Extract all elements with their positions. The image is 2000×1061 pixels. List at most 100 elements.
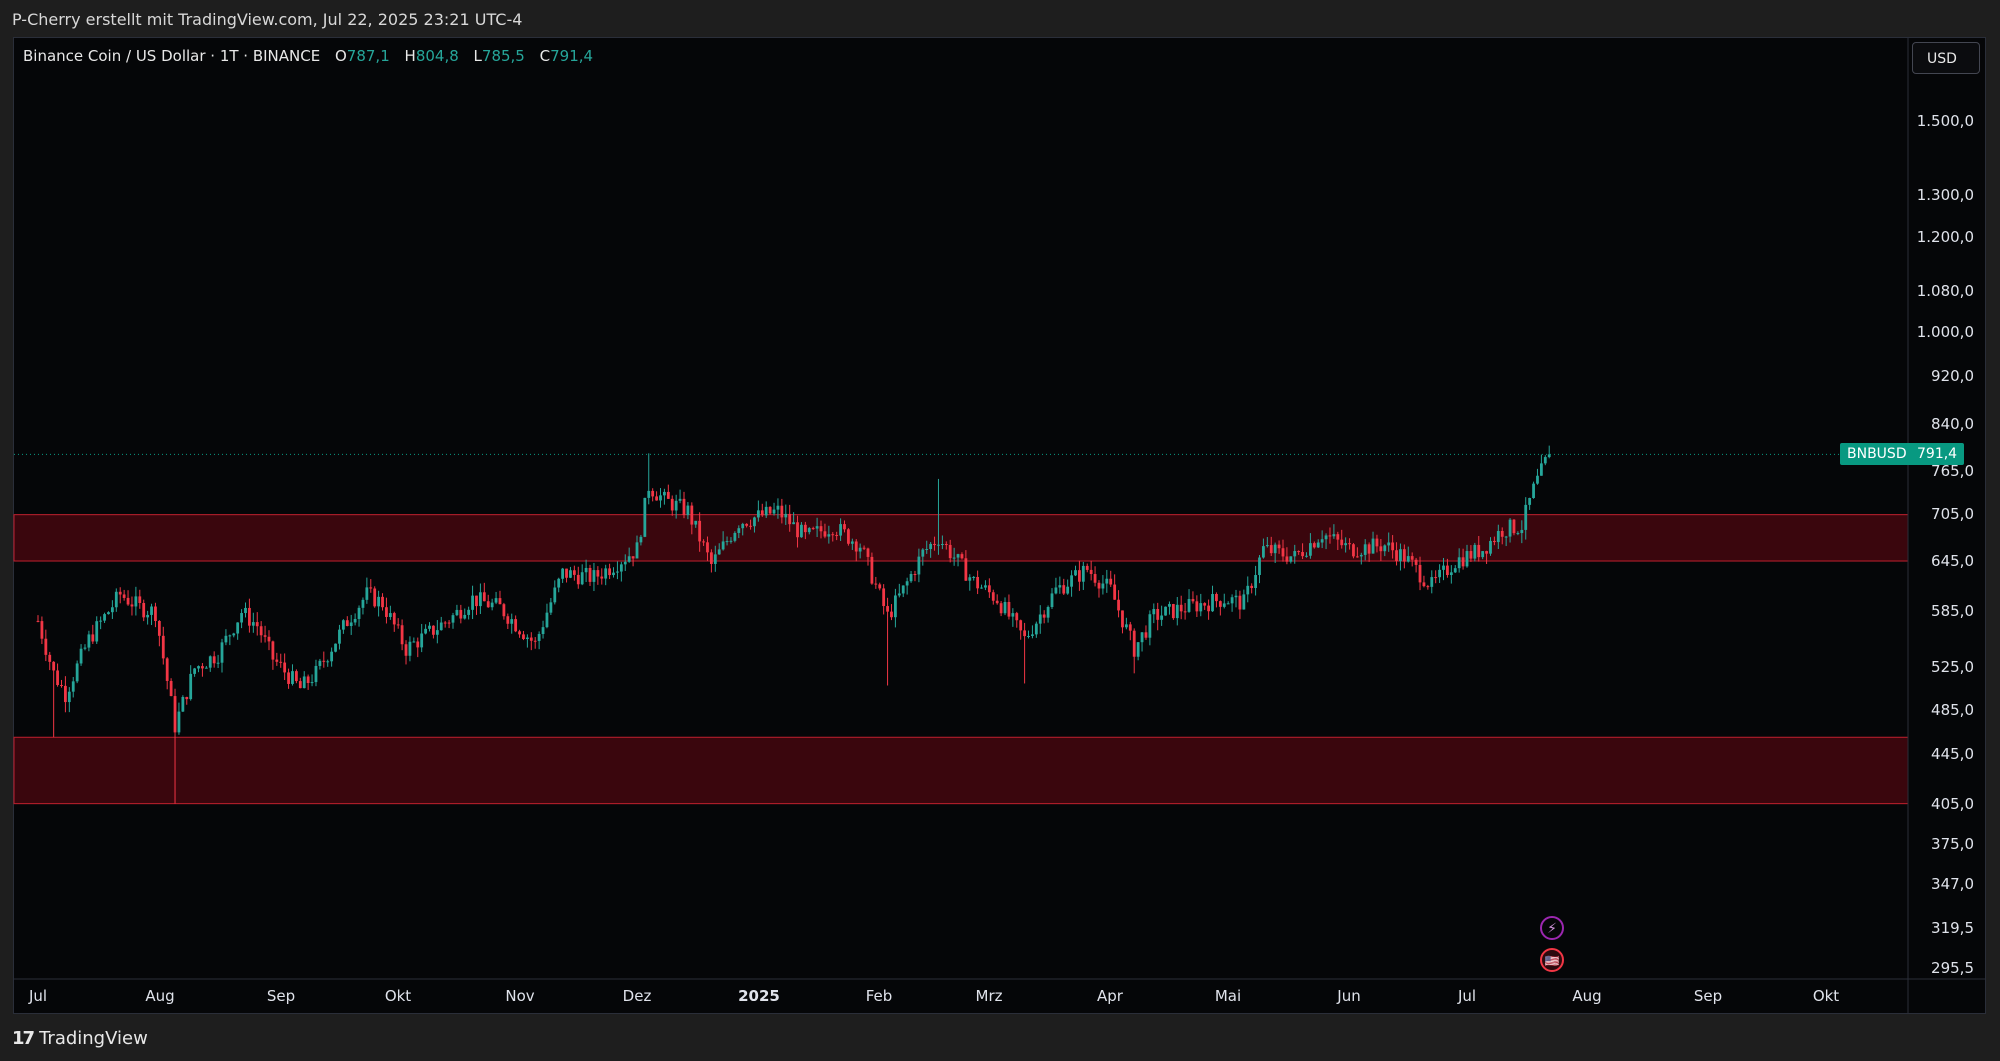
candle-body: [745, 523, 749, 526]
candle-body: [858, 547, 862, 552]
candle-body: [1258, 557, 1261, 576]
price-tick-label: 485,0: [1931, 701, 1974, 719]
candle-body: [1101, 583, 1105, 589]
tradingview-logo-icon: 17: [12, 1027, 35, 1049]
candle: [177, 702, 181, 735]
candle-body: [1015, 613, 1019, 621]
candle: [271, 640, 275, 670]
tradingview-logo[interactable]: 17 TradingView: [12, 1027, 148, 1049]
candle: [659, 488, 662, 508]
candle: [655, 491, 658, 501]
candle: [396, 618, 400, 629]
candle-body: [103, 614, 106, 621]
symbol-title[interactable]: Binance Coin / US Dollar · 1T · BINANCE: [23, 47, 320, 65]
lightning-event-icon[interactable]: ⚡: [1540, 916, 1564, 940]
close-label: C: [539, 47, 551, 65]
candle-body: [75, 663, 79, 682]
candle: [216, 654, 220, 669]
price-tick-label: 1.300,0: [1916, 186, 1974, 204]
candle-body: [823, 531, 827, 537]
candle-body: [690, 505, 694, 525]
candle-body: [670, 498, 674, 511]
candle: [463, 608, 467, 620]
candle-body: [130, 604, 134, 607]
candle-body: [201, 666, 204, 669]
open-value: 787,1: [346, 47, 390, 65]
candle-body: [87, 634, 91, 648]
candle-body: [67, 691, 71, 703]
candle: [1238, 590, 1242, 619]
candle: [901, 585, 905, 598]
candle: [1132, 628, 1136, 674]
candle-body: [553, 587, 557, 603]
candle: [189, 665, 193, 701]
candle: [251, 612, 255, 633]
candle-body: [1297, 551, 1301, 553]
candle-body: [1539, 463, 1543, 476]
candle-body: [1438, 569, 1441, 578]
candle: [451, 612, 455, 629]
candle-body: [212, 656, 216, 664]
candle: [529, 632, 533, 651]
candle-body: [60, 685, 63, 687]
candle: [772, 502, 776, 516]
candle: [353, 613, 357, 626]
symbol-legend[interactable]: Binance Coin / US Dollar · 1T · BINANCE …: [23, 47, 593, 65]
candle-body: [502, 604, 506, 617]
candle-body: [157, 621, 161, 636]
candle-body: [1269, 545, 1273, 554]
candle-body: [396, 624, 400, 626]
us-flag-event-icon[interactable]: 🇺🇸: [1540, 948, 1564, 972]
candle: [1183, 602, 1187, 620]
candle-body: [1308, 543, 1312, 556]
candle: [1187, 589, 1191, 613]
candle: [60, 679, 63, 688]
candle: [1203, 602, 1207, 610]
candle-body: [1089, 569, 1093, 575]
candle-body: [647, 490, 651, 498]
candle: [467, 606, 471, 620]
candle-body: [1187, 599, 1191, 612]
candle-body: [827, 534, 831, 537]
candle-body: [541, 627, 545, 635]
candle-body: [1262, 546, 1265, 558]
candle: [201, 663, 204, 677]
candle: [67, 687, 71, 713]
candle: [1512, 519, 1516, 536]
candle-body: [905, 581, 909, 586]
candle: [318, 658, 322, 670]
candle-body: [815, 526, 819, 529]
candle: [1148, 610, 1152, 646]
candle: [244, 602, 247, 618]
open-label: O: [334, 47, 347, 65]
candle: [1168, 601, 1171, 615]
candle-body: [792, 522, 796, 525]
candle: [572, 565, 576, 581]
candle: [150, 603, 153, 626]
candle-body: [819, 526, 823, 532]
candle: [75, 660, 79, 684]
time-tick-label: Dez: [622, 987, 652, 1005]
candle-body: [1469, 551, 1473, 559]
candle-body: [1453, 568, 1457, 573]
candlestick-chart[interactable]: [0, 0, 2000, 1061]
candle: [1539, 454, 1543, 476]
last-price-symbol-badge: BNBUSD: [1840, 443, 1914, 466]
time-tick-label: Jun: [1337, 987, 1361, 1005]
candle: [56, 663, 59, 687]
candle: [294, 669, 298, 684]
candle-body: [1203, 603, 1207, 606]
time-tick-label: Mai: [1214, 987, 1242, 1005]
candle: [1089, 560, 1093, 581]
candle: [760, 503, 764, 517]
candle-body: [729, 540, 733, 542]
candle: [494, 591, 498, 605]
candle: [709, 549, 713, 573]
candle-body: [1422, 582, 1426, 587]
candle-body: [173, 696, 177, 733]
candle-body: [1215, 593, 1218, 602]
candle-body: [843, 524, 846, 530]
candle-body: [1164, 606, 1167, 616]
currency-button[interactable]: USD: [1912, 42, 1980, 74]
candle: [40, 616, 44, 645]
